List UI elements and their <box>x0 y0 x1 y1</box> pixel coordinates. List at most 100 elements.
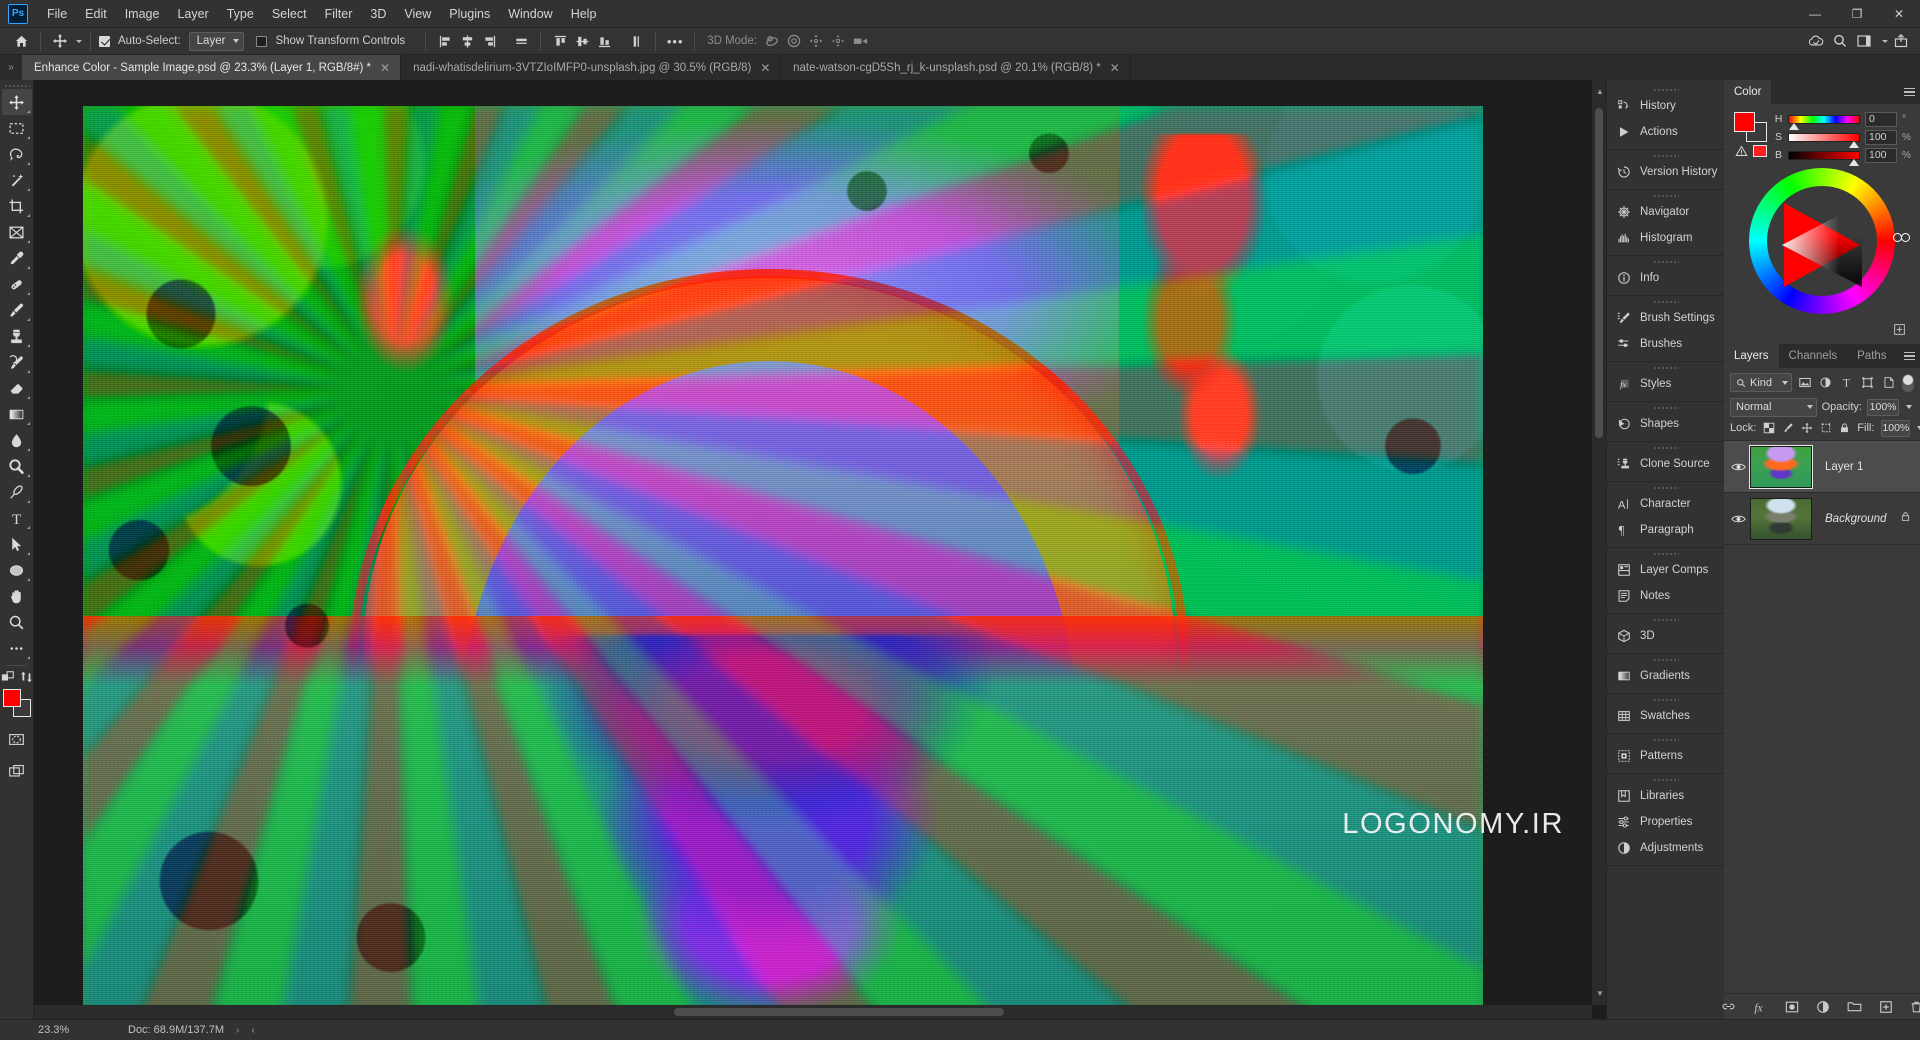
status-collapse-icon[interactable]: ‹ <box>251 1025 254 1036</box>
path-selection-tool[interactable] <box>2 531 32 557</box>
dock-item-navigator[interactable]: Navigator <box>1607 199 1724 225</box>
dock-grip[interactable] <box>1607 776 1724 783</box>
dock-grip[interactable] <box>1607 152 1724 159</box>
layer-name[interactable]: Layer 1 <box>1825 461 1863 473</box>
layer-thumbnail[interactable] <box>1749 444 1813 489</box>
tab-color[interactable]: Color <box>1724 80 1772 104</box>
orbit-3d-icon[interactable] <box>761 30 783 52</box>
close-button[interactable]: ✕ <box>1878 0 1920 27</box>
search-icon[interactable] <box>1829 30 1851 52</box>
align-right-edges-icon[interactable] <box>478 30 500 52</box>
object-selection-tool[interactable] <box>2 167 32 193</box>
layer-row-background[interactable]: Background <box>1724 493 1920 545</box>
menu-type[interactable]: Type <box>218 2 263 26</box>
scroll-down-icon[interactable]: ▼ <box>1596 989 1604 998</box>
color-wheel[interactable] <box>1732 164 1912 319</box>
out-of-gamut-swatch[interactable] <box>1753 145 1767 157</box>
fill-value[interactable]: 100% <box>1881 419 1911 437</box>
panel-menu-icon[interactable] <box>1898 80 1920 104</box>
dock-grip[interactable] <box>1607 696 1724 703</box>
menu-file[interactable]: File <box>38 2 76 26</box>
document-tab-3[interactable]: nate-watson-cgD5Sh_rj_k-unsplash.psd @ 2… <box>781 55 1131 80</box>
delete-layer-icon[interactable] <box>1910 998 1920 1015</box>
layer-filter-kind-dropdown[interactable]: Kind <box>1730 373 1792 392</box>
menu-filter[interactable]: Filter <box>316 2 362 26</box>
add-layer-mask-icon[interactable] <box>1785 998 1799 1015</box>
lasso-tool[interactable] <box>2 141 32 167</box>
screen-mode-button[interactable] <box>2 758 32 784</box>
color-swatches[interactable] <box>2 688 32 718</box>
dock-item-paragraph[interactable]: ¶ Paragraph <box>1607 517 1724 543</box>
dock-item-actions[interactable]: Actions <box>1607 119 1724 145</box>
hue-slider-thumb[interactable] <box>1789 122 1799 130</box>
align-top-edges-icon[interactable] <box>549 30 571 52</box>
tool-preset-chevron-icon[interactable] <box>76 39 82 43</box>
dock-item-properties[interactable]: Properties <box>1607 809 1724 835</box>
layer-visibility-icon[interactable] <box>1726 513 1750 525</box>
blur-tool[interactable] <box>2 427 32 453</box>
layer-visibility-icon[interactable] <box>1726 461 1750 473</box>
dock-grip[interactable] <box>1607 192 1724 199</box>
dock-item-notes[interactable]: Notes <box>1607 583 1724 609</box>
auto-select-checkbox[interactable] <box>99 35 110 47</box>
eyedropper-tool[interactable] <box>2 245 32 271</box>
blend-mode-dropdown[interactable]: Normal <box>1730 397 1817 417</box>
dock-item-swatches[interactable]: Swatches <box>1607 703 1724 729</box>
document-tab-1[interactable]: Enhance Color - Sample Image.psd @ 23.3%… <box>22 55 402 80</box>
dock-item-3d[interactable]: 3D <box>1607 623 1724 649</box>
document-canvas[interactable] <box>83 106 1483 1019</box>
dock-item-info[interactable]: Info <box>1607 265 1724 291</box>
toolbar-grip[interactable] <box>3 82 30 89</box>
more-align-options-button[interactable]: ••• <box>664 30 686 52</box>
menu-layer[interactable]: Layer <box>168 2 217 26</box>
auto-select-target-dropdown[interactable]: Layer <box>188 31 245 51</box>
dock-item-character[interactable]: A Character <box>1607 491 1724 517</box>
menu-view[interactable]: View <box>395 2 440 26</box>
camera-3d-icon[interactable] <box>849 30 871 52</box>
ellipse-tool[interactable] <box>2 557 32 583</box>
dock-item-shapes[interactable]: Shapes <box>1607 411 1724 437</box>
minimize-button[interactable]: — <box>1794 0 1836 27</box>
tab-paths[interactable]: Paths <box>1847 344 1896 368</box>
layer-style-fx-icon[interactable]: fx <box>1753 998 1768 1015</box>
canvas-vertical-scrollbar[interactable]: ▲ ▼ <box>1592 80 1606 1005</box>
clone-stamp-tool[interactable] <box>2 323 32 349</box>
new-adjustment-layer-icon[interactable] <box>1816 998 1830 1015</box>
history-brush-tool[interactable] <box>2 349 32 375</box>
dock-item-brushes[interactable]: Brushes <box>1607 331 1724 357</box>
crop-tool[interactable] <box>2 193 32 219</box>
home-icon[interactable] <box>10 30 32 52</box>
lock-position-icon[interactable] <box>1801 420 1813 437</box>
dock-item-version-history[interactable]: Version History <box>1607 159 1724 185</box>
eraser-tool[interactable] <box>2 375 32 401</box>
dock-item-history[interactable]: History <box>1607 93 1724 119</box>
distribute-vertically-icon[interactable] <box>625 30 647 52</box>
menu-window[interactable]: Window <box>499 2 561 26</box>
dock-grip[interactable] <box>1607 484 1724 491</box>
opacity-value[interactable]: 100% <box>1866 398 1900 416</box>
add-swatch-icon[interactable] <box>1891 321 1908 338</box>
scrollbar-thumb[interactable] <box>674 1008 1004 1016</box>
brush-tool[interactable] <box>2 297 32 323</box>
slide-3d-icon[interactable] <box>827 30 849 52</box>
link-layers-icon[interactable] <box>1721 998 1736 1015</box>
move-tool[interactable] <box>1 89 32 115</box>
dock-grip[interactable] <box>1607 656 1724 663</box>
opacity-chevron-icon[interactable] <box>1904 405 1914 409</box>
align-left-edges-icon[interactable] <box>434 30 456 52</box>
frame-tool[interactable] <box>2 219 32 245</box>
dock-grip[interactable] <box>1607 736 1724 743</box>
cloud-documents-icon[interactable] <box>1805 30 1827 52</box>
gradient-tool[interactable] <box>2 401 32 427</box>
align-vertical-centers-icon[interactable] <box>571 30 593 52</box>
menu-image[interactable]: Image <box>116 2 169 26</box>
canvas-horizontal-scrollbar[interactable] <box>34 1005 1592 1019</box>
tab-layers[interactable]: Layers <box>1724 344 1779 368</box>
tab-channels[interactable]: Channels <box>1779 344 1848 368</box>
dock-grip[interactable] <box>1607 86 1724 93</box>
filter-enable-toggle[interactable] <box>1902 373 1914 392</box>
dock-grip[interactable] <box>1607 364 1724 371</box>
close-icon[interactable]: ✕ <box>1110 62 1120 74</box>
document-tab-2[interactable]: nadi-whatisdelirium-3VTZIoIMFP0-unsplash… <box>401 55 782 80</box>
expand-panel-icon[interactable]: » <box>0 55 22 80</box>
